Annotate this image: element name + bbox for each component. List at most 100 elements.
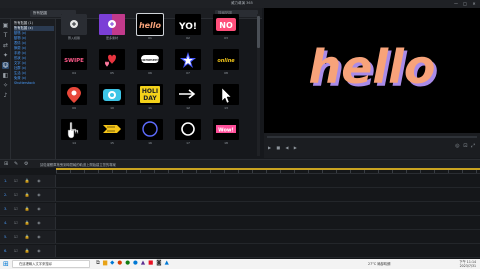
minimize-button[interactable]: — [453, 1, 459, 6]
start-icon[interactable]: ⊞ [3, 260, 9, 268]
sticker-cell-banner[interactable]: Wow! 18 [209, 119, 243, 145]
svg-text:DAY: DAY [143, 95, 157, 102]
sticker-cell-comment[interactable]: comment 06 [133, 49, 167, 75]
track-controls[interactable]: ☑ 🔒 ◉ [14, 220, 44, 225]
track-controls[interactable]: ☑ 🔒 ◉ [14, 248, 44, 253]
svg-text:YO!: YO! [178, 22, 197, 32]
hello-sticker-thumbnail[interactable]: hello [136, 13, 164, 36]
sticker-caption: 07 [186, 71, 190, 75]
seek-bar[interactable] [267, 136, 477, 138]
sticker-cell-circle[interactable]: 17 [171, 119, 205, 145]
text-icon[interactable]: T [2, 32, 9, 39]
track-controls[interactable]: ☑ 🔒 ◉ [14, 234, 44, 239]
sticker-caption: 02 [186, 36, 190, 40]
close-button[interactable]: ✕ [471, 1, 477, 6]
camera-sticker-thumbnail[interactable] [99, 84, 125, 105]
timeline-track[interactable]: 3. ☑ 🔒 ◉ [0, 203, 480, 216]
oneline-sticker-thumbnail[interactable]: online [213, 49, 239, 70]
playback-controls: ▶ ■ ◀ ▶ ◎ ⊡ ⤢ [264, 133, 480, 158]
sticker-cell-yo[interactable]: YO! 02 [171, 14, 205, 40]
svg-text:Wow!: Wow! [218, 128, 234, 134]
clock[interactable]: 下午 11:14 2023/7/31 [459, 260, 476, 268]
transport-buttons[interactable]: ▶ ■ ◀ ▶ [268, 145, 299, 150]
sticker-cell-arrow[interactable]: 12 [171, 84, 205, 110]
overlay-icon[interactable]: ◧ [2, 72, 9, 79]
circle-sticker-thumbnail[interactable] [175, 119, 201, 140]
sticker-cell-hand[interactable]: 14 [57, 119, 91, 145]
maximize-button[interactable]: □ [462, 1, 468, 6]
oneline-icon: online [217, 58, 235, 64]
sticker-cell-swipe[interactable]: SWIPE 04 [57, 49, 91, 75]
add-track-icon[interactable]: ⊞ [4, 161, 8, 167]
category-item[interactable]: Shutterstock [14, 81, 54, 86]
view-buttons[interactable]: ◎ ⊡ ⤢ [455, 143, 476, 149]
banner-icon: Wow! [216, 125, 236, 134]
sticker-cell-chevron[interactable]: 15 [95, 119, 129, 145]
star-sticker-thumbnail[interactable] [175, 49, 201, 70]
audio-icon[interactable]: ♪ [2, 92, 9, 99]
timeline-track[interactable]: 4. ☑ 🔒 ◉ [0, 217, 480, 230]
yo-icon: YO! [178, 22, 197, 32]
sticker-cell-no[interactable]: NO 03 [209, 14, 243, 40]
hearts-sticker-thumbnail[interactable] [99, 49, 125, 70]
sticker-cell-hearts[interactable]: 05 [95, 49, 129, 75]
timeline-track[interactable]: 1. ☑ 🔒 ◉ [0, 175, 480, 188]
scroll-thumb[interactable] [257, 16, 260, 48]
sticker-cell-hello[interactable]: hello 01 [133, 13, 167, 40]
track-controls[interactable]: ☑ 🔒 ◉ [14, 192, 44, 197]
chevron-icon [103, 125, 121, 133]
timeline-track[interactable]: 2. ☑ 🔒 ◉ [0, 189, 480, 202]
track-number: 1. [4, 179, 8, 183]
track-header: 5. ☑ 🔒 ◉ [0, 231, 56, 243]
weather-widget[interactable]: 27°C 局部晴朗 [368, 261, 390, 266]
sticker-caption: 14 [72, 141, 76, 145]
no-sticker-thumbnail[interactable]: NO [213, 14, 239, 35]
playhead[interactable] [56, 168, 480, 170]
sticker-cell-ring[interactable]: 16 [133, 119, 167, 145]
sticker-cell-more[interactable]: 更多素材 [95, 14, 129, 40]
import-sticker-thumbnail[interactable] [61, 14, 87, 35]
import-icon [61, 14, 87, 35]
track-controls[interactable]: ☑ 🔒 ◉ [14, 178, 44, 183]
sticker-cell-pin[interactable]: 09 [57, 84, 91, 110]
effect-icon[interactable]: ✦ [2, 52, 9, 59]
ring-icon [142, 121, 158, 137]
taskbar-apps[interactable]: ⧉▆◆●●●▲■◙▲ [96, 260, 172, 267]
transition-icon[interactable]: ⇄ [2, 42, 9, 49]
more-sticker-thumbnail[interactable] [99, 14, 125, 35]
sticker-caption: 03 [224, 36, 228, 40]
sticker-cell-import[interactable]: 匯入媒體 [57, 14, 91, 40]
taskbar-search[interactable]: 在這裡輸入文字來搜尋 [12, 260, 90, 268]
no-icon: NO [216, 18, 236, 31]
sticker-cell-oneline[interactable]: online 08 [209, 49, 243, 75]
edit-icon[interactable]: ✎ [14, 161, 18, 167]
timeline-track[interactable]: 6. ☑ 🔒 ◉ [0, 245, 480, 258]
chevron-sticker-thumbnail[interactable] [99, 119, 125, 140]
cursor-sticker-thumbnail[interactable] [213, 84, 239, 105]
track-controls[interactable]: ☑ 🔒 ◉ [14, 206, 44, 211]
tools-icon[interactable]: ⚙ [24, 161, 28, 167]
sticker-cell-star[interactable]: 07 [171, 49, 205, 75]
sticker-icon[interactable]: ☺ [2, 62, 9, 69]
sticker-caption: 10 [110, 106, 114, 110]
sticker-caption: 05 [110, 71, 114, 75]
yo-sticker-thumbnail[interactable]: YO! [175, 14, 201, 35]
media-icon[interactable]: ▣ [2, 22, 9, 29]
arrow-sticker-thumbnail[interactable] [175, 84, 201, 105]
sticker-caption: 17 [186, 141, 190, 145]
timeline-hint: 請從媒體庫拖曳到時間軸的軌道上開始建立您的專案 [40, 163, 116, 167]
holiday-sticker-thumbnail[interactable]: HOLI DAY [137, 84, 163, 105]
hand-sticker-thumbnail[interactable] [61, 119, 87, 140]
banner-sticker-thumbnail[interactable]: Wow! [213, 119, 239, 140]
sticker-cell-camera[interactable]: 10 [95, 84, 129, 110]
comment-sticker-thumbnail[interactable]: comment [137, 49, 163, 70]
sticker-cell-holiday[interactable]: HOLI DAY 11 [133, 84, 167, 110]
swipe-sticker-thumbnail[interactable]: SWIPE [61, 49, 87, 70]
track-header: 4. ☑ 🔒 ◉ [0, 217, 56, 229]
sticker-cell-cursor[interactable]: 13 [209, 84, 243, 110]
timeline-track[interactable]: 5. ☑ 🔒 ◉ [0, 231, 480, 244]
pin-sticker-thumbnail[interactable] [61, 84, 87, 105]
particle-icon[interactable]: ✧ [2, 82, 9, 89]
ring-sticker-thumbnail[interactable] [137, 119, 163, 140]
grid-scrollbar[interactable] [257, 14, 260, 156]
